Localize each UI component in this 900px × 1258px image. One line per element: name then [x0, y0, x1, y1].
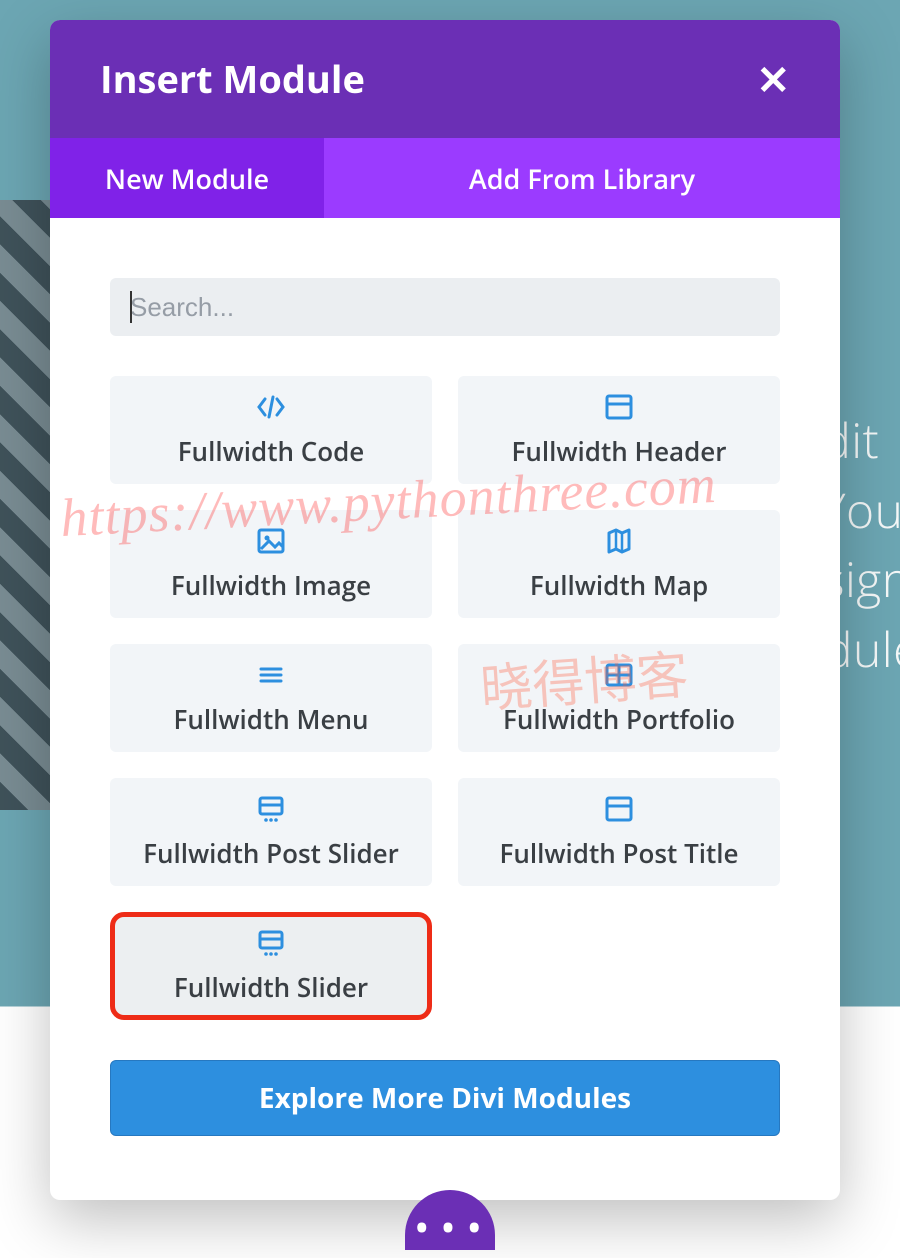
- image-icon: [255, 525, 287, 557]
- tab-add-from-library[interactable]: Add From Library: [324, 138, 840, 218]
- module-label: Fullwidth Post Slider: [143, 835, 399, 871]
- modal-body: Fullwidth Code Fullwidth Header Fullwidth …: [50, 218, 840, 1200]
- module-label: Fullwidth Slider: [174, 969, 368, 1005]
- modal-header: Insert Module ✕: [50, 20, 840, 138]
- module-card-fullwidth-image[interactable]: Fullwidth Image: [110, 510, 432, 618]
- slider-icon: [255, 793, 287, 825]
- slider-icon: [255, 927, 287, 959]
- map-icon: [603, 525, 635, 557]
- module-label: Fullwidth Menu: [173, 701, 368, 737]
- window-icon: [603, 391, 635, 423]
- module-label: Fullwidth Post Title: [499, 835, 738, 871]
- module-label: Fullwidth Code: [178, 433, 365, 469]
- module-card-fullwidth-header[interactable]: Fullwidth Header: [458, 376, 780, 484]
- close-button[interactable]: ✕: [756, 59, 790, 99]
- ellipsis-icon: • • •: [416, 1214, 483, 1242]
- module-grid: Fullwidth Code Fullwidth Header Fullwidth …: [110, 376, 780, 1020]
- module-label: Fullwidth Header: [511, 433, 726, 469]
- module-card-fullwidth-post-slider[interactable]: Fullwidth Post Slider: [110, 778, 432, 886]
- text-cursor: [130, 291, 132, 323]
- module-label: Fullwidth Portfolio: [503, 701, 735, 737]
- module-card-fullwidth-post-title[interactable]: Fullwidth Post Title: [458, 778, 780, 886]
- module-card-fullwidth-slider[interactable]: Fullwidth Slider: [110, 912, 432, 1020]
- module-card-fullwidth-map[interactable]: Fullwidth Map: [458, 510, 780, 618]
- insert-module-modal: Insert Module ✕ New Module Add From Libr…: [50, 20, 840, 1200]
- module-card-fullwidth-menu[interactable]: Fullwidth Menu: [110, 644, 432, 752]
- modal-tabs: New Module Add From Library: [50, 138, 840, 218]
- tab-new-module[interactable]: New Module: [50, 138, 324, 218]
- module-card-fullwidth-portfolio[interactable]: Fullwidth Portfolio: [458, 644, 780, 752]
- grid-icon: [603, 659, 635, 691]
- menu-icon: [255, 659, 287, 691]
- module-label: Fullwidth Map: [530, 567, 708, 603]
- modal-title: Insert Module: [100, 53, 365, 105]
- window-icon: [603, 793, 635, 825]
- search-input[interactable]: [110, 278, 780, 336]
- module-label: Fullwidth Image: [171, 567, 371, 603]
- search-wrapper: [110, 278, 780, 336]
- code-icon: [255, 391, 287, 423]
- explore-more-button[interactable]: Explore More Divi Modules: [110, 1060, 780, 1136]
- module-card-fullwidth-code[interactable]: Fullwidth Code: [110, 376, 432, 484]
